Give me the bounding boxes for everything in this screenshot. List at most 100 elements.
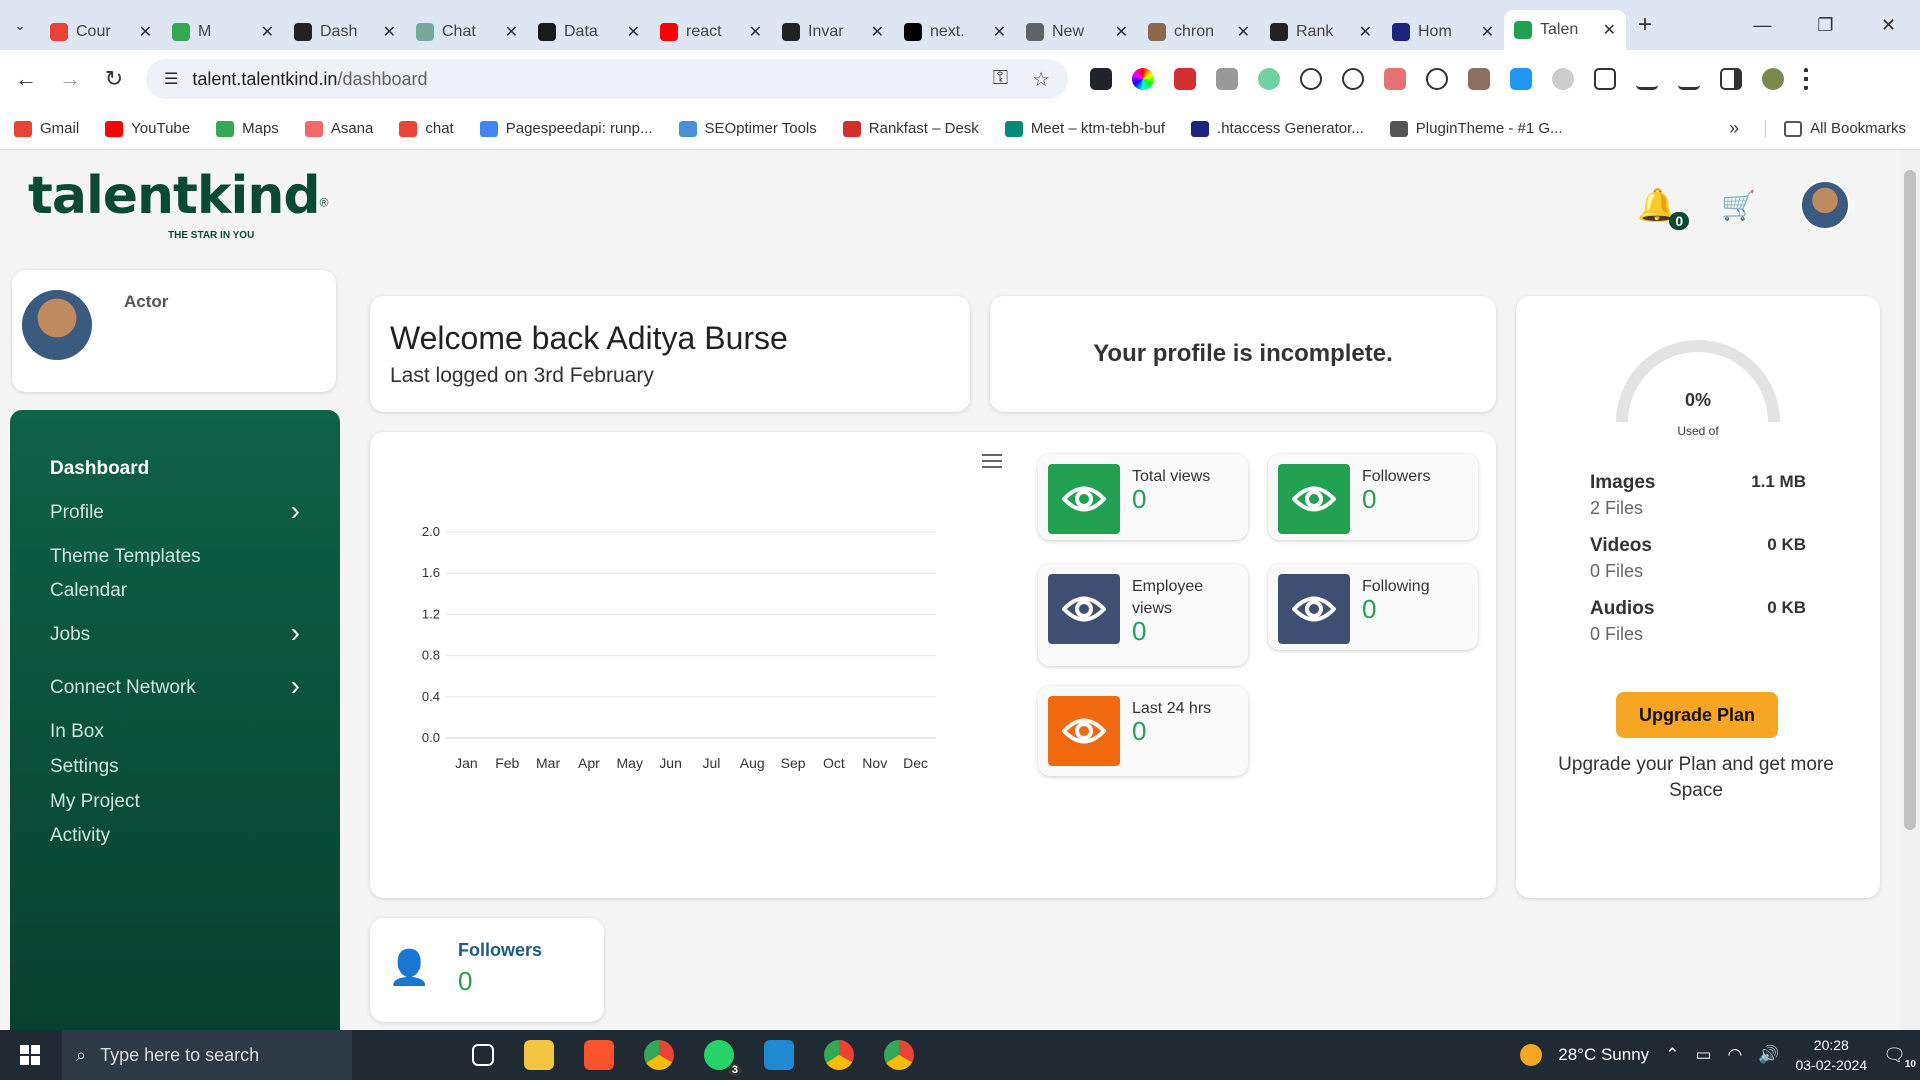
notification-center-icon[interactable]: 🗨 10 xyxy=(1883,1045,1916,1070)
browser-tab[interactable]: chron ✕ xyxy=(1138,14,1260,50)
browser-tab[interactable]: Data ✕ xyxy=(528,14,650,50)
tab-close-icon[interactable]: ✕ xyxy=(1115,22,1128,42)
browser-tab[interactable]: Rank ✕ xyxy=(1260,14,1382,50)
chrome-profile-icon[interactable] xyxy=(824,1040,854,1070)
tray-chevron-icon[interactable]: ⌃ xyxy=(1665,1045,1679,1065)
sidebar-item-in-box[interactable]: In Box xyxy=(50,721,300,743)
downloads-icon[interactable] xyxy=(1678,68,1700,90)
weather-sun-icon[interactable] xyxy=(1520,1044,1543,1066)
user-avatar[interactable] xyxy=(1800,180,1850,230)
all-bookmarks-button[interactable]: All Bookmarks xyxy=(1765,120,1906,137)
sidebar-item-profile[interactable]: Profile › xyxy=(50,497,300,525)
profile-avatar-icon[interactable] xyxy=(1762,68,1784,90)
tab-close-icon[interactable]: ✕ xyxy=(1237,22,1250,42)
sidebar-item-settings[interactable]: Settings xyxy=(50,756,300,778)
media-control-icon[interactable] xyxy=(1636,68,1658,90)
taskbar-search[interactable]: ⌕ Type here to search xyxy=(62,1030,352,1080)
bookmark-star-icon[interactable]: ☆ xyxy=(1032,67,1050,92)
seo-extension-icon[interactable] xyxy=(1174,68,1196,90)
page-scrollbar[interactable] xyxy=(1900,150,1920,1030)
bookmark-item[interactable]: Maps xyxy=(216,120,279,137)
file-explorer-icon[interactable] xyxy=(524,1040,554,1070)
tab-close-icon[interactable]: ✕ xyxy=(627,22,640,42)
talentkind-logo[interactable]: talentkind® THE STAR IN YOU xyxy=(28,166,328,241)
battery-icon[interactable]: ▭ xyxy=(1695,1045,1711,1065)
bookmark-item[interactable]: PluginTheme - #1 G... xyxy=(1389,120,1563,137)
react-devtools-icon[interactable] xyxy=(1090,68,1112,90)
bookmark-item[interactable]: SEOptimer Tools xyxy=(678,120,817,137)
tab-close-icon[interactable]: ✕ xyxy=(871,22,884,42)
bookmark-item[interactable]: Rankfast – Desk xyxy=(842,120,979,137)
browser-tab[interactable]: react ✕ xyxy=(650,14,772,50)
menu-kebab-icon[interactable] xyxy=(1804,68,1808,90)
bookmark-item[interactable]: Asana xyxy=(304,120,373,137)
browser-tab[interactable]: Dash ✕ xyxy=(284,14,406,50)
followers-summary-card[interactable]: 👤 Followers 0 xyxy=(370,918,604,1022)
sidebar-item-my-project[interactable]: My Project xyxy=(50,791,300,813)
stat-card-total-views[interactable]: Total views 0 xyxy=(1038,454,1248,540)
volume-icon[interactable]: 🔊 xyxy=(1758,1045,1779,1065)
weather-text[interactable]: 28°C Sunny xyxy=(1558,1045,1649,1065)
bookmark-item[interactable]: Gmail xyxy=(14,120,79,137)
font-finder-icon[interactable] xyxy=(1300,68,1322,90)
bookmark-item[interactable]: YouTube xyxy=(105,120,190,137)
whatsapp-icon[interactable]: 3 xyxy=(704,1040,742,1076)
scrollbar-thumb[interactable] xyxy=(1904,170,1916,830)
browser-tab[interactable]: Chat ✕ xyxy=(406,14,528,50)
sidebar-item-activity[interactable]: Activity xyxy=(50,825,300,847)
pdf-extension-icon[interactable] xyxy=(1384,68,1406,90)
upgrade-plan-button[interactable]: Upgrade Plan xyxy=(1616,692,1778,738)
cart-icon[interactable]: 🛒 xyxy=(1721,189,1756,222)
bookmarks-overflow-icon[interactable]: » xyxy=(1729,118,1739,139)
extensions-puzzle-icon[interactable] xyxy=(1594,68,1616,90)
windows-start-icon[interactable] xyxy=(20,1045,40,1065)
browser-tab[interactable]: Invar ✕ xyxy=(772,14,894,50)
browser-tab[interactable]: Cour ✕ xyxy=(40,14,162,50)
task-view-icon[interactable] xyxy=(472,1044,494,1066)
browser-tab[interactable]: M ✕ xyxy=(162,14,284,50)
minimize-icon[interactable]: — xyxy=(1731,0,1794,50)
chrome-icon[interactable] xyxy=(644,1040,674,1070)
reload-icon[interactable]: ↻ xyxy=(96,66,132,92)
browser-tab[interactable]: Talen ✕ xyxy=(1504,10,1626,50)
owl-extension-icon[interactable] xyxy=(1468,68,1490,90)
side-panel-icon[interactable] xyxy=(1720,68,1742,90)
color-picker-icon[interactable] xyxy=(1132,68,1154,90)
tab-close-icon[interactable]: ✕ xyxy=(1603,20,1616,40)
chrome-app-icon[interactable] xyxy=(884,1040,914,1070)
address-bar[interactable]: ☰ talent.talentkind.in/dashboard ⚿ ☆ xyxy=(146,59,1068,99)
site-info-icon[interactable]: ☰ xyxy=(164,69,178,89)
back-icon[interactable]: ← xyxy=(8,66,44,92)
bookmark-item[interactable]: chat xyxy=(399,120,454,137)
taskbar-clock[interactable]: 20:28 03-02-2024 xyxy=(1796,1035,1868,1075)
sidebar-item-calendar[interactable]: Calendar xyxy=(50,580,300,602)
tab-close-icon[interactable]: ✕ xyxy=(749,22,762,42)
tab-close-icon[interactable]: ✕ xyxy=(993,22,1006,42)
tab-close-icon[interactable]: ✕ xyxy=(505,22,518,42)
new-tab-button[interactable]: + xyxy=(1626,11,1664,39)
browser-tab[interactable]: Hom ✕ xyxy=(1382,14,1504,50)
bookmark-item[interactable]: Meet – ktm-tebh-buf xyxy=(1004,120,1165,137)
vscode-icon[interactable] xyxy=(764,1040,794,1070)
tab-close-icon[interactable]: ✕ xyxy=(383,22,396,42)
profile-status-card[interactable]: Your profile is incomplete. xyxy=(990,296,1496,412)
browser-tab[interactable]: next. ✕ xyxy=(894,14,1016,50)
tab-close-icon[interactable]: ✕ xyxy=(261,22,274,42)
download-extension-icon[interactable] xyxy=(1510,68,1532,90)
speed-extension-icon[interactable] xyxy=(1342,68,1364,90)
profile-photo[interactable] xyxy=(22,290,92,360)
wifi-icon[interactable]: ◠ xyxy=(1728,1045,1743,1065)
close-window-icon[interactable]: ✕ xyxy=(1857,0,1920,50)
code-extension-icon[interactable] xyxy=(1426,68,1448,90)
restore-icon[interactable]: ❐ xyxy=(1794,0,1857,50)
stat-card-followers[interactable]: Followers 0 xyxy=(1268,454,1478,540)
brave-icon[interactable] xyxy=(584,1040,614,1070)
tab-search-icon[interactable]: ⌄ xyxy=(0,17,40,34)
stat-card-employee-views[interactable]: Employee views 0 xyxy=(1038,564,1248,666)
notification-bell-icon[interactable]: 🔔 0 xyxy=(1637,186,1690,230)
sidebar-item-theme-templates[interactable]: Theme Templates xyxy=(50,546,300,568)
tab-close-icon[interactable]: ✕ xyxy=(139,22,152,42)
sidebar-item-connect-network[interactable]: Connect Network › xyxy=(50,672,300,700)
compass-extension-icon[interactable] xyxy=(1552,68,1574,90)
browser-tab[interactable]: New ✕ xyxy=(1016,14,1138,50)
